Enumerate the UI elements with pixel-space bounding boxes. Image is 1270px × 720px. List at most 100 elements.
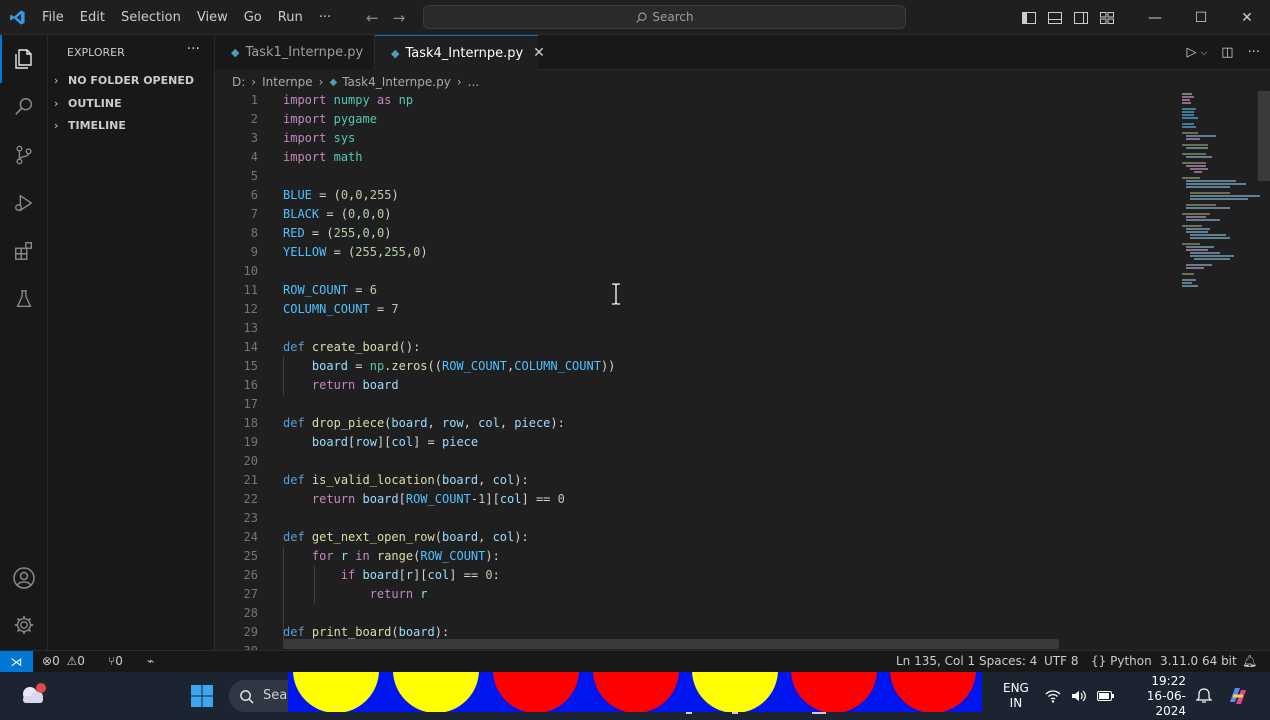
code-editor[interactable]: 1 import numpy as np 2 import pygame 3 impo… [215, 91, 1175, 650]
problems-indicator[interactable]: ⊗0 ⚠0 [42, 654, 85, 668]
code-line: 23 [215, 509, 1175, 528]
ports-indicator[interactable]: ⑂0 [108, 654, 123, 668]
clock[interactable]: 19:22 16-06-2024 [1120, 672, 1186, 720]
toggle-sidebar-icon[interactable] [1016, 0, 1042, 35]
indentation[interactable]: Spaces: 4 [979, 654, 1037, 668]
line-number: 24 [243, 530, 258, 544]
tab-task4[interactable]: ◆ Task4_Internpe.py ✕ [375, 35, 545, 70]
code-line: 25 for r in range(ROW_COUNT): [215, 547, 1175, 566]
run-python-file-icon[interactable]: ▷ [1186, 45, 1196, 60]
braces-icon: {} [1091, 654, 1107, 668]
breadcrumb-drive[interactable]: D: [232, 75, 245, 89]
lang-bottom: IN [1009, 696, 1023, 710]
chevron-right-icon: › [54, 97, 59, 110]
wifi-icon[interactable] [1045, 689, 1061, 703]
close-window-icon[interactable]: ✕ [1224, 0, 1270, 35]
menu-file[interactable]: File [34, 10, 72, 25]
testing-flask-icon[interactable] [0, 275, 48, 323]
copilot-icon[interactable] [1226, 672, 1250, 720]
back-arrow-icon[interactable]: ← [366, 9, 393, 27]
editor-tab-bar: ◆ Task1_Internpe.py ◆ Task4_Internpe.py ✕ ▷… [215, 35, 1270, 70]
section-timeline[interactable]: › TIMELINE [54, 119, 126, 132]
line-number: 9 [250, 245, 258, 259]
line-number: 22 [243, 492, 258, 506]
toggle-secondary-sidebar-icon[interactable] [1068, 0, 1094, 35]
language-indicator[interactable]: ENG IN [1003, 672, 1029, 720]
code-line: 12 COLUMN_COUNT = 7 [215, 300, 1175, 319]
tab-task1[interactable]: ◆ Task1_Internpe.py [215, 35, 375, 70]
source-control-icon[interactable] [0, 131, 48, 179]
error-icon: ⊗ [42, 654, 53, 668]
line-number: 28 [243, 606, 258, 620]
breadcrumb-tail[interactable]: ... [468, 75, 479, 89]
command-center-search[interactable]: Search [423, 5, 906, 29]
maximize-icon[interactable]: ☐ [1178, 0, 1224, 35]
live-share-icon[interactable]: ⌁ [147, 654, 154, 668]
remote-indicator-icon[interactable]: ⋊ [0, 651, 33, 672]
settings-gear-icon[interactable] [0, 601, 48, 649]
line-number: 10 [243, 264, 258, 278]
run-debug-icon[interactable] [0, 179, 48, 227]
explorer-icon[interactable] [0, 35, 48, 83]
dropdown-chevron-icon[interactable]: ⌵ [1200, 48, 1207, 58]
windows-start-icon[interactable] [190, 684, 214, 708]
section-label: NO FOLDER OPENED [68, 74, 194, 87]
volume-icon[interactable] [1071, 689, 1087, 703]
extensions-icon[interactable] [0, 227, 48, 275]
minimize-icon[interactable]: — [1132, 0, 1178, 35]
split-editor-icon[interactable]: ◫ [1221, 45, 1233, 60]
python-file-icon: ◆ [231, 46, 240, 59]
notification-center-icon[interactable] [1196, 672, 1212, 720]
close-tab-icon[interactable]: ✕ [533, 45, 545, 61]
forward-arrow-icon[interactable]: → [393, 9, 420, 27]
section-no-folder-opened[interactable]: › NO FOLDER OPENED [54, 74, 194, 87]
code-line: 15 board = np.zeros((ROW_COUNT,COLUMN_CO… [215, 357, 1175, 376]
vertical-scrollbar[interactable] [1258, 91, 1270, 181]
encoding[interactable]: UTF 8 [1044, 654, 1078, 668]
menu-go[interactable]: Go [236, 10, 270, 25]
yellow-piece [692, 672, 778, 712]
breadcrumb-separator: › [318, 75, 324, 89]
language-label: Python [1110, 654, 1152, 668]
search-view-icon[interactable] [0, 83, 48, 131]
menu-edit[interactable]: Edit [72, 10, 113, 25]
python-interpreter[interactable]: 3.11.0 64 bit [1160, 654, 1237, 668]
clock-time: 19:22 [1151, 673, 1186, 688]
menu-selection[interactable]: Selection [113, 10, 189, 25]
chevron-right-icon: › [54, 74, 59, 87]
accounts-icon[interactable] [0, 554, 48, 602]
breadcrumb-folder[interactable]: Internpe [262, 75, 313, 89]
horizontal-scrollbar[interactable] [283, 639, 1059, 649]
python-file-icon: ◆ [329, 76, 338, 88]
line-number: 14 [243, 340, 258, 354]
activity-bar [0, 35, 48, 650]
line-number: 4 [250, 150, 258, 164]
line-number: 1 [250, 93, 258, 107]
more-actions-icon[interactable]: ··· [187, 41, 200, 57]
breadcrumb-file[interactable]: Task4_Internpe.py [342, 75, 451, 89]
code-line: 18 def drop_piece(board, row, col, piece)… [215, 414, 1175, 433]
red-piece [890, 672, 976, 712]
cursor-position[interactable]: Ln 135, Col 1 [896, 654, 975, 668]
line-number: 21 [243, 473, 258, 487]
language-mode[interactable]: {} Python [1091, 654, 1152, 668]
weather-icon[interactable] [17, 680, 47, 710]
clock-date: 16-06-2024 [1146, 688, 1186, 718]
navigation-arrows: ←→ [366, 9, 419, 27]
section-outline[interactable]: › OUTLINE [54, 97, 122, 110]
taskbar-search[interactable]: Sea [229, 680, 289, 712]
notifications-bell-icon[interactable]: 🔔︎ [1242, 654, 1257, 668]
more-actions-icon[interactable]: ··· [1248, 45, 1260, 60]
menu-view[interactable]: View [189, 10, 236, 25]
code-line: 26 if board[r][col] == 0: [215, 566, 1175, 585]
minimap[interactable] [1178, 91, 1260, 650]
toggle-panel-icon[interactable] [1042, 0, 1068, 35]
pygame-connect-four-window[interactable] [288, 672, 982, 712]
code-line: 28 [215, 604, 1175, 623]
code-line: 14 def create_board(): [215, 338, 1175, 357]
battery-icon[interactable] [1097, 690, 1115, 702]
menu-run[interactable]: Run [270, 10, 311, 25]
red-piece [791, 672, 877, 712]
menu-more[interactable]: ··· [311, 10, 339, 25]
customize-layout-icon[interactable] [1094, 0, 1120, 35]
